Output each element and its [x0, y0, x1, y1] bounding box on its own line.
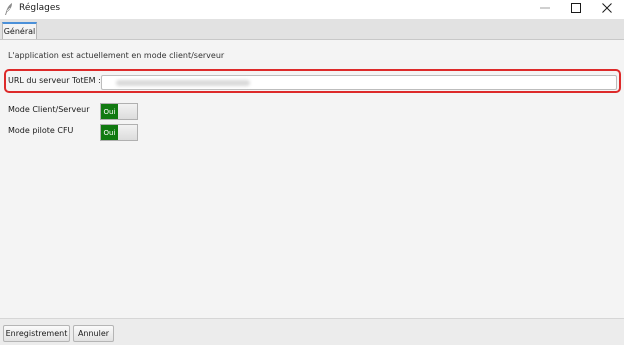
- cancel-button[interactable]: Annuler: [73, 325, 114, 342]
- toggle-on-label: Oui: [101, 125, 118, 140]
- tab-general[interactable]: Général: [2, 22, 37, 39]
- close-button[interactable]: [592, 0, 622, 18]
- cfu-pilot-mode-label: Mode pilote CFU: [8, 126, 74, 135]
- minimize-icon: [540, 3, 550, 16]
- client-server-mode-toggle[interactable]: Oui: [100, 103, 138, 120]
- mode-info-text: L'application est actuellement en mode c…: [8, 51, 225, 60]
- toggle-on-label: Oui: [101, 104, 118, 119]
- obscured-url-value: [116, 80, 250, 86]
- general-settings-panel: L'application est actuellement en mode c…: [0, 40, 624, 318]
- server-url-label: URL du serveur TotEM :: [8, 76, 101, 85]
- close-icon: [602, 2, 612, 16]
- maximize-button[interactable]: [561, 0, 591, 18]
- toggle-knob: [118, 125, 137, 140]
- client-server-mode-label: Mode Client/Serveur: [8, 105, 90, 114]
- tab-bar: Général: [0, 19, 624, 40]
- save-button[interactable]: Enregistrement: [3, 325, 70, 342]
- footer-bar: Enregistrement Annuler: [0, 318, 624, 345]
- toggle-knob: [118, 104, 137, 119]
- minimize-button[interactable]: [530, 0, 560, 18]
- cfu-pilot-mode-toggle[interactable]: Oui: [100, 124, 138, 141]
- maximize-icon: [571, 2, 581, 16]
- window-title: Réglages: [19, 3, 61, 13]
- feather-quill-icon: [4, 3, 14, 15]
- title-bar: Réglages: [0, 0, 624, 18]
